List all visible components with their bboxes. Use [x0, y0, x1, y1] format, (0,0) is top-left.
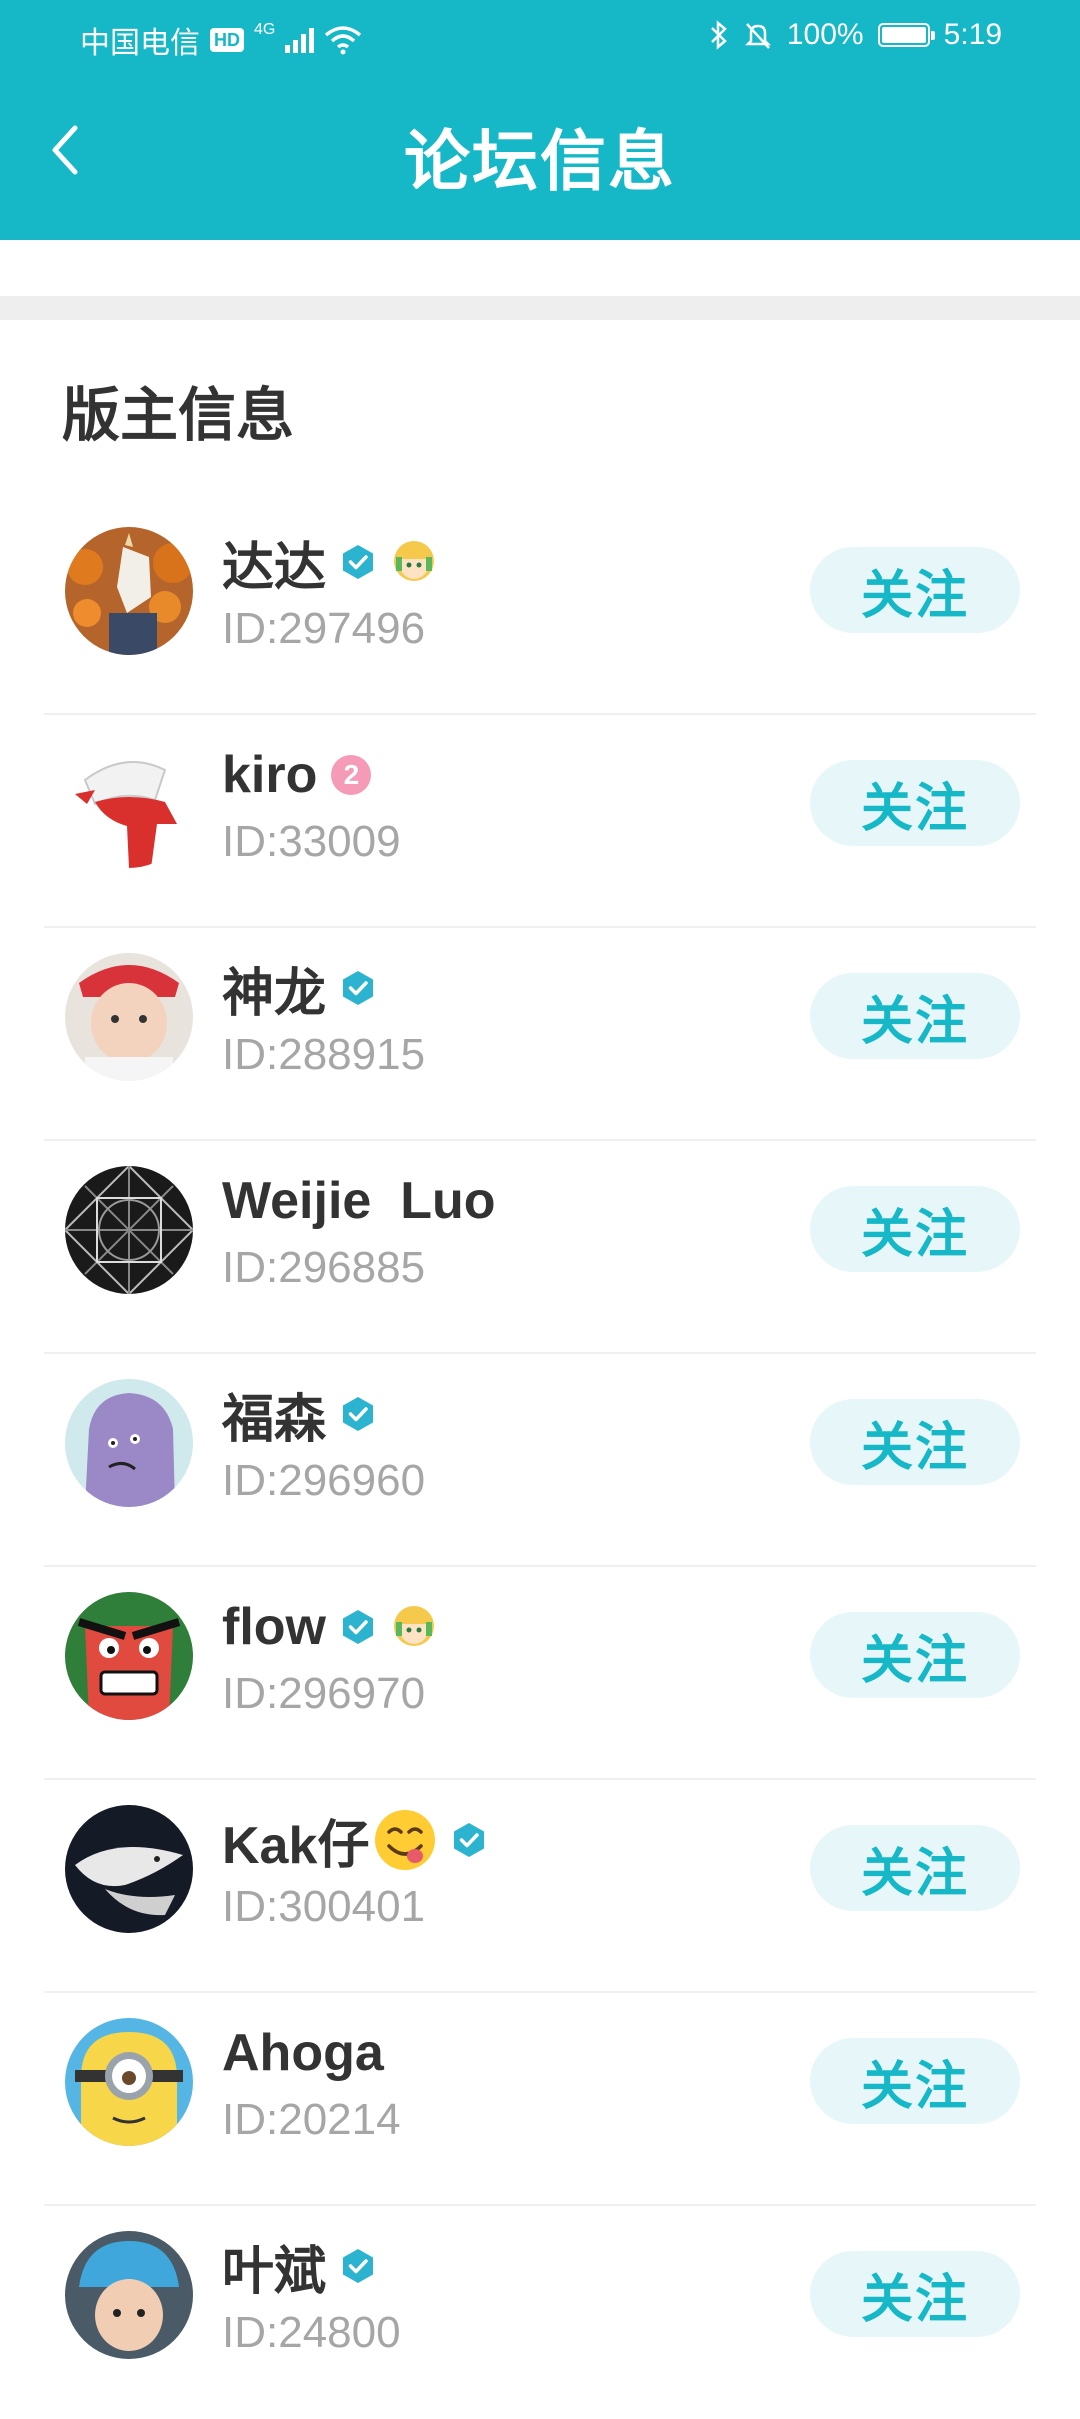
moderator-row[interactable]: flow ID:296970 关注	[0, 1567, 1080, 1780]
previous-section-tail	[0, 240, 1080, 296]
verified-badge-icon	[342, 1610, 373, 1644]
follow-button[interactable]: 关注	[810, 1186, 1020, 1272]
follow-button[interactable]: 关注	[810, 2038, 1020, 2124]
moderator-name: kiro	[222, 746, 318, 804]
avatar[interactable]	[65, 740, 193, 868]
moderator-id: ID:296970	[222, 1669, 426, 1718]
avatar[interactable]	[65, 2018, 193, 2146]
verified-badge-icon	[343, 1397, 374, 1431]
carrier-label: 中国电信	[80, 27, 200, 60]
moderator-id: ID:296885	[222, 1243, 426, 1292]
verified-badge-icon	[454, 1823, 485, 1857]
app-header: 中国电信 HD 4G 100% 5:19 论坛信息	[0, 0, 1080, 240]
follow-button[interactable]: 关注	[810, 973, 1020, 1059]
mute-bell-icon	[744, 23, 771, 49]
avatar[interactable]	[65, 953, 193, 1081]
yum-emoji-icon	[375, 1810, 436, 1870]
moderator-name: Kak仔	[222, 1816, 370, 1875]
moderator-name: 达达	[222, 538, 327, 597]
moderator-name: Ahoga	[222, 2024, 384, 2082]
moderator-name: Weijie Luo	[222, 1172, 496, 1230]
moderator-id: ID:297496	[222, 604, 426, 653]
moderator-row[interactable]: kiro 2 ID:33009 关注	[0, 715, 1080, 928]
bluetooth-icon	[710, 20, 727, 50]
follow-button[interactable]: 关注	[810, 1399, 1020, 1485]
moderator-list: 达达 ID:297496 关注 kiro 2 ID:33009 关注 神龙 ID…	[0, 502, 1080, 2419]
level-badge: 2	[331, 755, 372, 795]
moderator-row[interactable]: Kak仔 ID:300401 关注	[0, 1780, 1080, 1993]
avatar[interactable]	[65, 527, 193, 655]
character-medal-icon	[393, 1606, 434, 1646]
moderator-id: ID:300401	[222, 1882, 426, 1931]
avatar[interactable]	[65, 1166, 193, 1294]
battery-percent: 100%	[786, 18, 864, 51]
moderator-name: 神龙	[222, 964, 327, 1023]
follow-button[interactable]: 关注	[810, 2251, 1020, 2337]
moderator-row[interactable]: Ahoga ID:20214 关注	[0, 1993, 1080, 2206]
moderator-id: ID:33009	[222, 817, 401, 866]
page-title: 论坛信息	[404, 124, 676, 198]
verified-badge-icon	[343, 971, 374, 1005]
avatar[interactable]	[65, 1805, 193, 1933]
battery-icon	[877, 23, 935, 47]
wifi-icon	[325, 26, 362, 55]
network-label: 4G	[254, 21, 276, 38]
moderator-row[interactable]: 神龙 ID:288915 关注	[0, 928, 1080, 1141]
moderator-name: 福森	[222, 1390, 327, 1449]
character-medal-icon	[394, 541, 435, 581]
moderator-row[interactable]: 福森 ID:296960 关注	[0, 1354, 1080, 1567]
follow-button[interactable]: 关注	[810, 547, 1020, 633]
section-title: 版主信息	[62, 383, 295, 448]
clock: 5:19	[943, 18, 1002, 51]
moderator-row[interactable]: 达达 ID:297496 关注	[0, 502, 1080, 715]
follow-button[interactable]: 关注	[810, 1612, 1020, 1698]
avatar[interactable]	[65, 1379, 193, 1507]
follow-button[interactable]: 关注	[810, 1825, 1020, 1911]
moderator-id: ID:24800	[222, 2308, 401, 2357]
section-divider	[0, 296, 1080, 320]
moderator-name: flow	[222, 1598, 326, 1656]
signal-icon	[285, 27, 315, 53]
moderator-id: ID:296960	[222, 1456, 426, 1505]
moderator-row[interactable]: 叶斌 ID:24800 关注	[0, 2206, 1080, 2419]
verified-badge-icon	[343, 545, 374, 579]
moderator-id: ID:20214	[222, 2095, 401, 2144]
hd-badge: HD	[210, 28, 244, 52]
avatar[interactable]	[65, 1592, 193, 1720]
verified-badge-icon	[343, 2249, 374, 2283]
moderator-row[interactable]: Weijie Luo ID:296885 关注	[0, 1141, 1080, 1354]
status-bar: 中国电信 HD 4G 100% 5:19	[0, 0, 1080, 74]
moderator-id: ID:288915	[222, 1030, 426, 1079]
moderator-name: 叶斌	[222, 2242, 327, 2301]
follow-button[interactable]: 关注	[810, 760, 1020, 846]
